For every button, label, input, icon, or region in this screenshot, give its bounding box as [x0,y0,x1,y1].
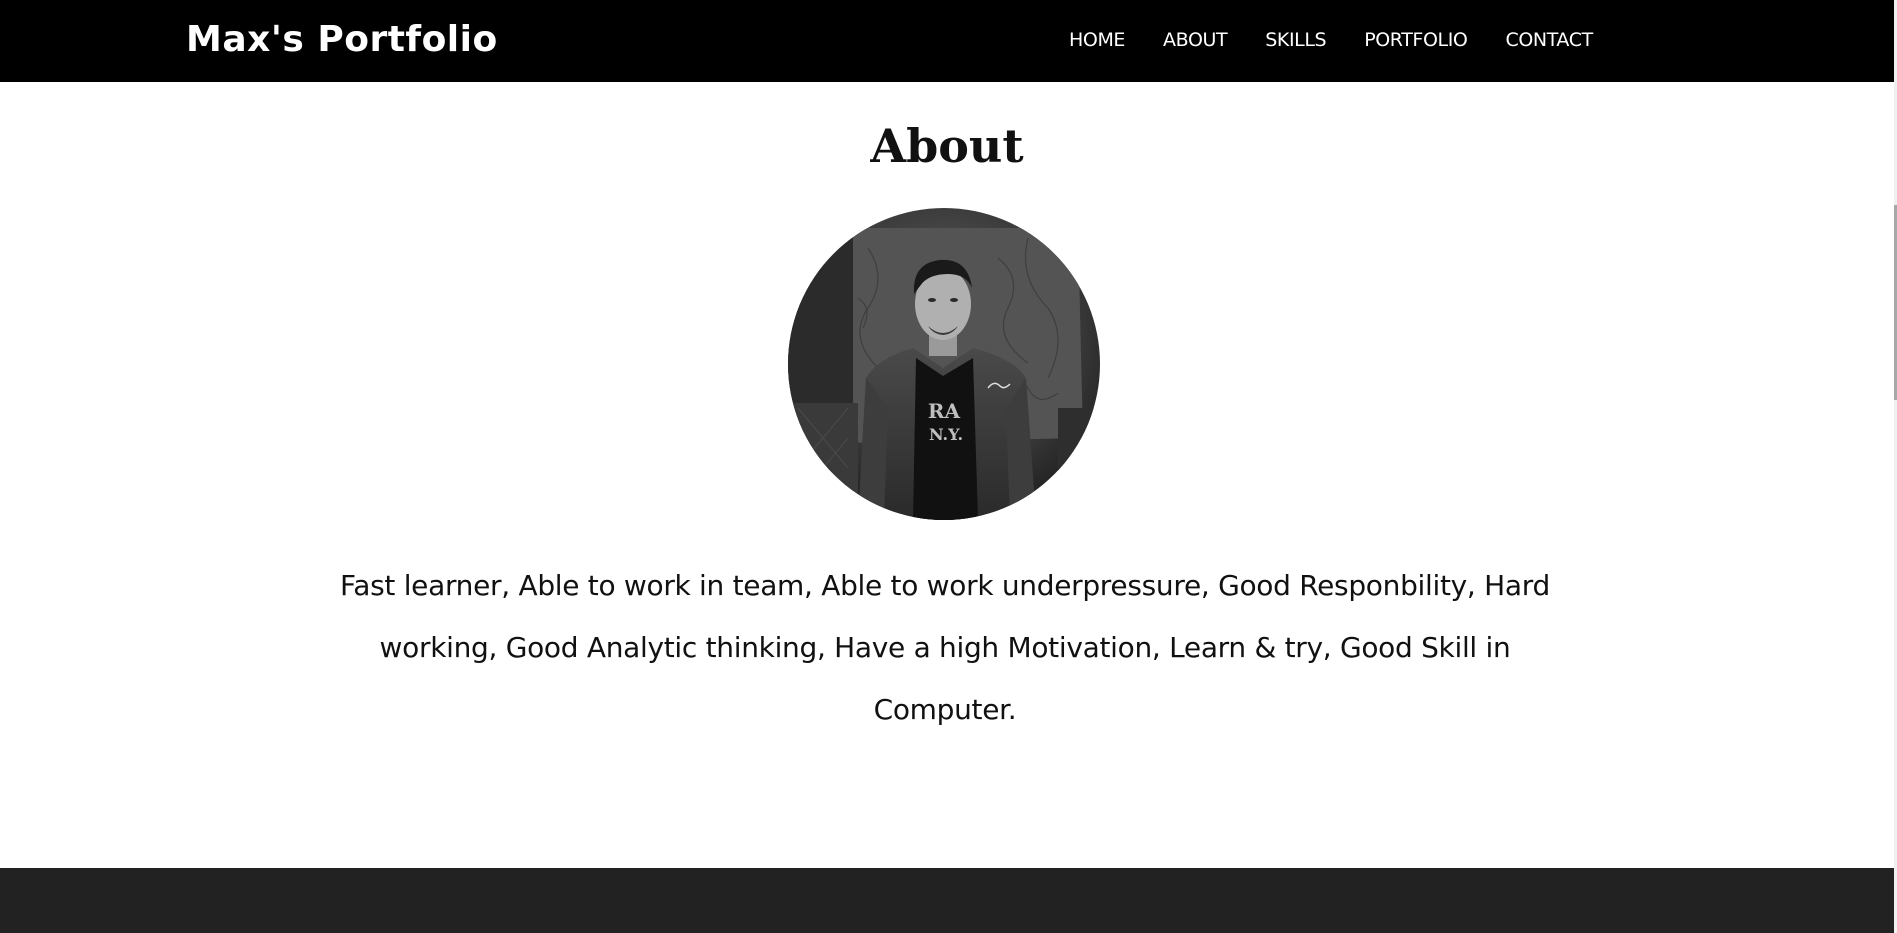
navbar: Max's Portfolio HOME ABOUT SKILLS PORTFO… [0,0,1894,82]
about-description: Fast learner, Able to work in team, Able… [340,569,1550,726]
nav-link-home[interactable]: HOME [1050,26,1144,54]
profile-photo: RA N.Y. [788,208,1100,520]
page: Max's Portfolio HOME ABOUT SKILLS PORTFO… [0,0,1897,933]
nav-link-skills[interactable]: SKILLS [1246,26,1345,54]
footer [0,868,1894,933]
brand-logo[interactable]: Max's Portfolio [186,16,498,64]
svg-text:N.Y.: N.Y. [929,425,963,444]
nav-link-portfolio[interactable]: PORTFOLIO [1345,26,1486,54]
nav-link-about[interactable]: ABOUT [1144,26,1246,54]
nav-menu: HOME ABOUT SKILLS PORTFOLIO CONTACT [1050,26,1612,54]
svg-text:RA: RA [928,399,961,423]
section-title: About [870,119,1024,173]
nav-link-contact[interactable]: CONTACT [1486,26,1611,54]
